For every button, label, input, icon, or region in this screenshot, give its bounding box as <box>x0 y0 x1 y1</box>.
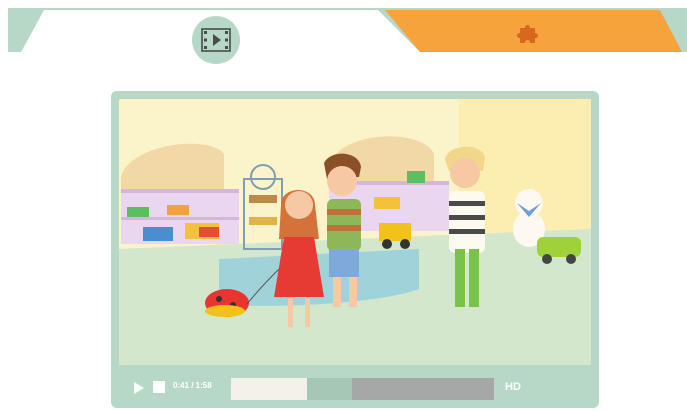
player-controls: 0:41 / 1:58 HD <box>111 369 599 403</box>
tab-bar-background <box>8 8 687 80</box>
stop-icon[interactable] <box>153 381 165 393</box>
video-player: 0:41 / 1:58 HD <box>111 91 599 408</box>
hd-quality-button[interactable]: HD <box>505 381 521 393</box>
tab-bar <box>0 0 687 80</box>
time-display: 0:41 / 1:58 <box>173 381 212 390</box>
video-frame[interactable] <box>119 99 591 365</box>
playroom-scene-illustration <box>119 99 591 365</box>
film-play-icon[interactable] <box>192 16 240 64</box>
play-icon[interactable] <box>133 381 145 394</box>
progress-played <box>231 378 308 400</box>
progress-bar[interactable] <box>231 378 494 400</box>
puzzle-piece-icon[interactable] <box>514 21 540 47</box>
